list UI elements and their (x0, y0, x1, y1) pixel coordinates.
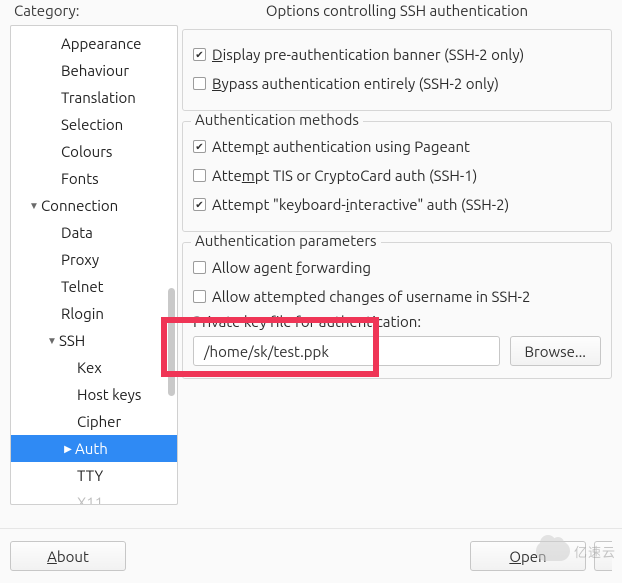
chevron-right-icon[interactable]: ▶ (61, 443, 75, 455)
group-auth-params: Authentication parameters Allow agent fo… (182, 242, 612, 379)
tree-item-kex[interactable]: Kex (11, 354, 177, 381)
tree-item-telnet[interactable]: Telnet (11, 273, 177, 300)
tree-item-proxy[interactable]: Proxy (11, 246, 177, 273)
tree-item-rlogin[interactable]: Rlogin (11, 300, 177, 327)
tree-item-appearance[interactable]: Appearance (11, 30, 177, 57)
checkbox-icon[interactable] (193, 169, 206, 182)
tree-item-cipher[interactable]: Cipher (11, 408, 177, 435)
tree-item-hostkeys[interactable]: Host keys (11, 381, 177, 408)
tree-item-selection[interactable]: Selection (11, 111, 177, 138)
checkbox-agent-forwarding[interactable]: Allow agent forwarding (193, 253, 601, 282)
checkbox-icon[interactable] (193, 290, 206, 303)
checkbox-icon[interactable] (193, 48, 206, 61)
checkbox-icon[interactable] (193, 140, 206, 153)
category-tree[interactable]: Appearance Behaviour Translation Selecti… (10, 25, 178, 505)
checkbox-keyboard-interactive[interactable]: Attempt "keyboard-interactive" auth (SSH… (193, 190, 601, 219)
tree-item-x11[interactable]: X11 (11, 489, 177, 505)
chevron-down-icon[interactable]: ▼ (45, 335, 59, 347)
group-title: Authentication parameters (191, 232, 381, 249)
tree-item-behaviour[interactable]: Behaviour (11, 57, 177, 84)
group-banner: Display pre-authentication banner (SSH-2… (182, 29, 612, 111)
cancel-button-partial[interactable] (594, 541, 612, 571)
checkbox-icon[interactable] (193, 77, 206, 90)
checkbox-icon[interactable] (193, 261, 206, 274)
tree-item-tty[interactable]: TTY (11, 462, 177, 489)
checkbox-pageant[interactable]: Attempt authentication using Pageant (193, 132, 601, 161)
keyfile-label: Private key file for authentication: (193, 313, 601, 330)
panel-heading: Options controlling SSH authentication (182, 2, 612, 29)
tree-item-colours[interactable]: Colours (11, 138, 177, 165)
tree-item-fonts[interactable]: Fonts (11, 165, 177, 192)
tree-item-data[interactable]: Data (11, 219, 177, 246)
checkbox-username-change[interactable]: Allow attempted changes of username in S… (193, 282, 601, 311)
category-label: Category: (10, 0, 178, 25)
checkbox-icon[interactable] (193, 198, 206, 211)
keyfile-input[interactable]: /home/sk/test.ppk (193, 336, 500, 366)
open-button[interactable]: Open (470, 541, 586, 571)
tree-item-ssh[interactable]: ▼SSH (11, 327, 177, 354)
checkbox-display-banner[interactable]: Display pre-authentication banner (SSH-2… (193, 40, 601, 69)
tree-item-auth[interactable]: ▶Auth (11, 435, 177, 462)
tree-item-translation[interactable]: Translation (11, 84, 177, 111)
bottom-bar: About Open (0, 528, 622, 583)
group-auth-methods: Authentication methods Attempt authentic… (182, 121, 612, 232)
checkbox-tis[interactable]: Attempt TIS or CryptoCard auth (SSH-1) (193, 161, 601, 190)
chevron-down-icon[interactable]: ▼ (27, 200, 41, 212)
browse-button[interactable]: Browse... (510, 336, 601, 366)
about-button[interactable]: About (10, 541, 126, 571)
checkbox-bypass-auth[interactable]: Bypass authentication entirely (SSH-2 on… (193, 69, 601, 98)
group-title: Authentication methods (191, 111, 363, 128)
tree-scrollbar[interactable] (168, 288, 175, 396)
tree-item-connection[interactable]: ▼Connection (11, 192, 177, 219)
